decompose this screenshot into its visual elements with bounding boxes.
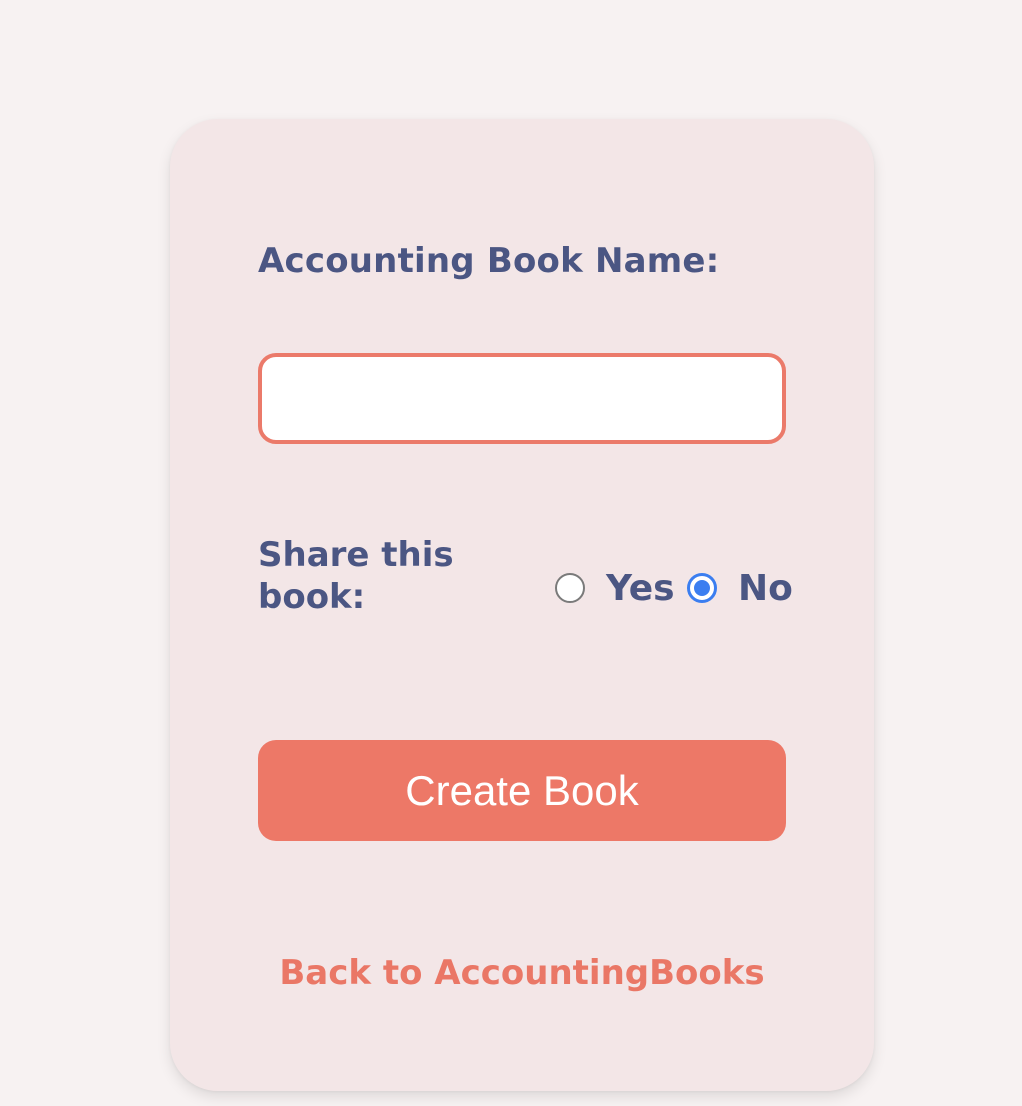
share-yes-label[interactable]: Yes <box>606 568 675 610</box>
radio-selected-dot <box>694 580 710 596</box>
share-no-label[interactable]: No <box>738 568 793 610</box>
book-name-input[interactable] <box>258 353 786 444</box>
share-yes-radio[interactable] <box>555 573 585 603</box>
back-to-accountingbooks-link[interactable]: Back to AccountingBooks <box>170 953 874 993</box>
share-label: Share this book: <box>258 535 454 617</box>
book-name-label: Accounting Book Name: <box>258 241 720 281</box>
create-book-card: Accounting Book Name: Share this book: Y… <box>170 119 874 1091</box>
create-book-button[interactable]: Create Book <box>258 740 786 841</box>
share-no-radio[interactable] <box>687 573 717 603</box>
